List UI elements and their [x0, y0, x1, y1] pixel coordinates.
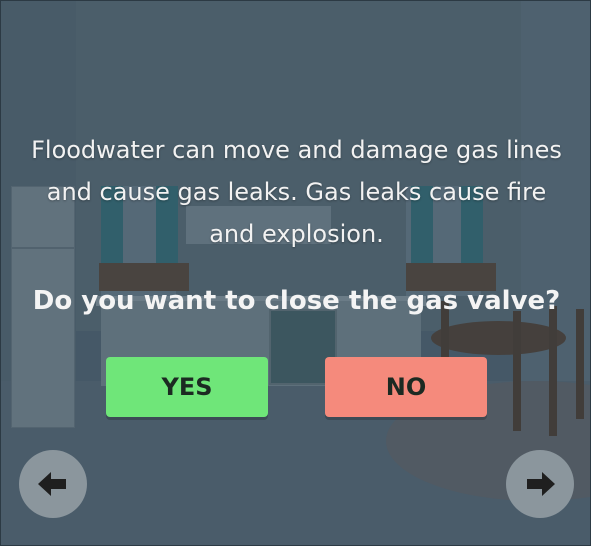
- yes-button[interactable]: YES: [106, 357, 268, 417]
- yes-button-label: YES: [161, 373, 213, 401]
- message-line: and cause gas leaks. Gas leaks cause fir…: [46, 178, 547, 206]
- dialog-message: Floodwater can move and damage gas lines…: [21, 129, 572, 255]
- next-button[interactable]: [506, 450, 574, 518]
- arrow-left-icon: [38, 472, 66, 496]
- message-line: Floodwater can move and damage gas lines: [31, 136, 562, 164]
- no-button-label: NO: [385, 373, 427, 401]
- game-scene: Floodwater can move and damage gas lines…: [0, 0, 591, 546]
- message-line: and explosion.: [209, 220, 384, 248]
- no-button[interactable]: NO: [325, 357, 487, 417]
- arrow-right-icon: [527, 472, 555, 496]
- dialog-overlay: [1, 1, 590, 545]
- dialog-question: Do you want to close the gas valve?: [32, 286, 561, 316]
- previous-button[interactable]: [19, 450, 87, 518]
